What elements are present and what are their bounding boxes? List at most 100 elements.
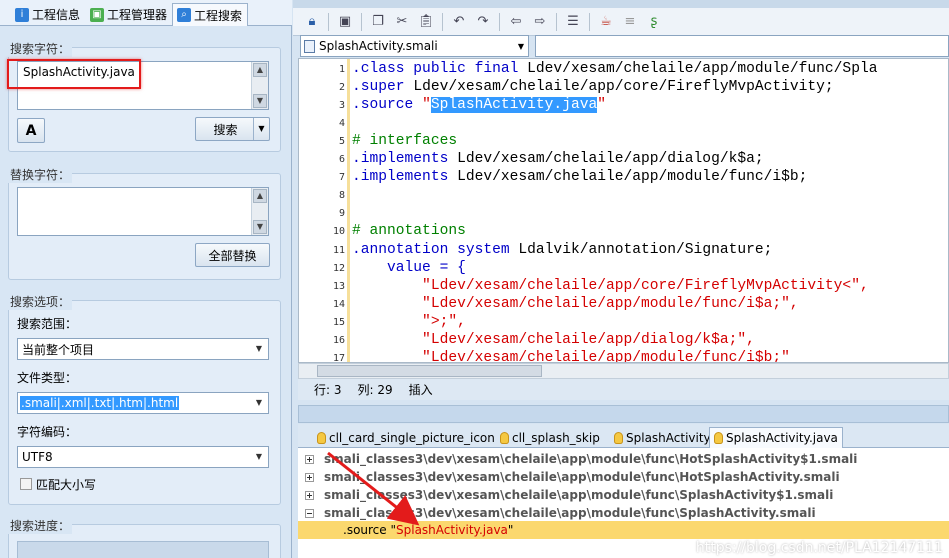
code-token: .implements: [352, 169, 458, 186]
code-line: .super Ldev/xesam/chelaile/app/core/Fire…: [352, 79, 834, 95]
editor-statusbar: 行: 3 列: 29 插入: [298, 379, 949, 400]
paste-icon[interactable]: 📋︎: [415, 11, 437, 33]
code-token: .implements: [352, 151, 458, 168]
result-row[interactable]: smali_classes3\dev\xesam\chelaile\app\mo…: [298, 486, 949, 504]
code-line: .implements Ldev/xesam/chelaile/app/modu…: [352, 169, 807, 185]
expand-icon[interactable]: [305, 490, 314, 500]
line-number: 10: [332, 226, 345, 238]
search-button[interactable]: 搜索 ▼: [195, 117, 270, 141]
build-icon[interactable]: ʂ: [643, 11, 665, 33]
lightbulb-icon: [317, 431, 326, 444]
search-progress-bar: [17, 541, 269, 558]
line-number: 14: [332, 298, 345, 310]
line-number: 8: [338, 190, 345, 202]
result-row[interactable]: smali_classes3\dev\xesam\chelaile\app\mo…: [298, 504, 949, 522]
back-arrow-icon[interactable]: ⇦: [505, 11, 527, 33]
format-icon[interactable]: ☰: [562, 11, 584, 33]
editor-horizontal-scrollbar[interactable]: [298, 363, 949, 379]
code-token: .class public final: [352, 61, 528, 77]
editor-area: 🔒︎ ▣ ❐ ✂ 📋︎ ↶ ↷ ⇦ ⇨ ☰ ☕︎ ≡ ʂ SplashActiv…: [293, 0, 949, 558]
line-number: 17: [332, 352, 345, 363]
list-icon[interactable]: ≡: [619, 11, 641, 33]
top-tab-strip: [293, 0, 949, 8]
scroll-up-icon[interactable]: ▲: [253, 189, 267, 203]
code-line: # interfaces: [352, 133, 457, 149]
forward-arrow-icon[interactable]: ⇨: [529, 11, 551, 33]
code-line: ">;",: [352, 314, 466, 330]
code-token: # annotations: [352, 223, 466, 240]
collapse-icon[interactable]: [305, 508, 314, 518]
line-number: 6: [338, 154, 345, 166]
tab-project-manager[interactable]: ▣ 工程管理器: [86, 3, 172, 26]
cut-icon[interactable]: ✂: [391, 11, 413, 33]
tab-result-4[interactable]: SplashActivity.java: [709, 427, 843, 448]
scope-select[interactable]: 当前整个项目 ▼: [17, 338, 269, 360]
code-token: .super: [352, 79, 414, 96]
scope-label: 搜索范围：: [17, 317, 78, 331]
tab-result-1[interactable]: cll_card_single_picture_icon: [313, 427, 499, 448]
chevron-down-icon[interactable]: ▼: [253, 118, 269, 140]
filetype-select[interactable]: .smali|.xml|.txt|.htm|.html ▼: [17, 392, 269, 414]
replace-input-scrollbar[interactable]: ▲ ▼: [251, 188, 268, 235]
info-icon: i: [15, 7, 29, 22]
search-input-scrollbar[interactable]: ▲ ▼: [251, 62, 268, 109]
expand-icon[interactable]: [305, 472, 314, 482]
line-number: 16: [332, 334, 345, 346]
left-tabbar: i 工程信息 ▣ 工程管理器 ⌕ 工程搜索: [0, 0, 292, 26]
filetype-label: 文件类型：: [17, 371, 78, 385]
code-token: "Ldev/xesam/chelaile/app/module/func/i$b…: [352, 349, 790, 363]
scroll-up-icon[interactable]: ▲: [253, 63, 267, 77]
code-token: Ldev/xesam/chelaile/app/dialog/k$a;: [457, 151, 764, 168]
file-select[interactable]: SplashActivity.smali ▼: [300, 35, 529, 57]
scroll-down-icon[interactable]: ▼: [253, 220, 267, 234]
replace-input[interactable]: ▲ ▼: [17, 187, 269, 236]
copy-icon[interactable]: ❐: [367, 11, 389, 33]
line-number: 3: [338, 100, 345, 112]
save-icon[interactable]: ▣: [334, 11, 356, 33]
result-row[interactable]: smali_classes3\dev\xesam\chelaile\app\mo…: [298, 450, 949, 468]
font-button[interactable]: A: [17, 118, 45, 143]
result-match-row[interactable]: .source " SplashActivity.java ": [298, 521, 949, 539]
line-number: 7: [338, 172, 345, 184]
tab-project-search[interactable]: ⌕ 工程搜索: [172, 3, 249, 26]
code-line: "Ldev/xesam/chelaile/app/dialog/k$a;",: [352, 332, 755, 348]
code-editor[interactable]: 1 2 3 4 5 6 7 8 9 10 11 12 13 14 15 16 17 .class public …: [298, 58, 949, 363]
insert-mode: 插入: [408, 383, 433, 397]
code-token: Ldalvik/annotation/Signature;: [518, 241, 773, 258]
match-case-checkbox[interactable]: [20, 478, 32, 490]
tab-result-2[interactable]: cll_splash_skip: [496, 427, 604, 448]
change-bar: [347, 59, 350, 362]
cursor-row: 行: 3: [314, 383, 342, 397]
scroll-down-icon[interactable]: ▼: [253, 94, 267, 108]
code-line: # annotations: [352, 223, 466, 239]
progress-group-title: 搜索进度：: [8, 517, 73, 534]
replace-all-button[interactable]: 全部替换: [195, 243, 270, 267]
expand-icon[interactable]: [305, 454, 314, 464]
line-number: 12: [332, 262, 345, 274]
code-token: .annotation system: [352, 241, 519, 258]
result-row[interactable]: smali_classes3\dev\xesam\chelaile\app\mo…: [298, 468, 949, 486]
undo-icon[interactable]: ↶: [448, 11, 470, 33]
toolbar-separator: [589, 12, 590, 31]
code-token: "Ldev/xesam/chelaile/app/dialog/k$a;",: [352, 331, 755, 348]
search-results-tree: smali_classes3\dev\xesam\chelaile\app\mo…: [298, 448, 949, 558]
code-line: .source "SplashActivity.java": [352, 97, 606, 114]
results-tabbar: cll_card_single_picture_icon cll_splash_…: [298, 424, 949, 448]
toolbar-separator: [499, 12, 500, 31]
method-select[interactable]: [535, 35, 949, 57]
line-number: 9: [338, 208, 345, 220]
redo-icon[interactable]: ↷: [472, 11, 494, 33]
scroll-thumb[interactable]: [317, 365, 542, 377]
code-line: "Ldev/xesam/chelaile/app/module/func/i$b…: [352, 349, 790, 363]
annotation-highlight-box: [7, 59, 141, 89]
code-token: ": [422, 97, 431, 114]
chevron-down-icon: ▼: [255, 452, 263, 461]
code-token: ": [597, 97, 606, 114]
encoding-select[interactable]: UTF8 ▼: [17, 446, 269, 468]
code-token: Ldev/xesam/chelaile/app/module/func/i$b;: [457, 169, 808, 186]
tab-project-info[interactable]: i 工程信息: [11, 3, 85, 26]
lock-icon[interactable]: 🔒︎: [301, 11, 323, 33]
java-icon[interactable]: ☕︎: [595, 11, 617, 33]
tab-result-3[interactable]: SplashActivity: [610, 427, 715, 448]
toolbar-separator: [442, 12, 443, 31]
